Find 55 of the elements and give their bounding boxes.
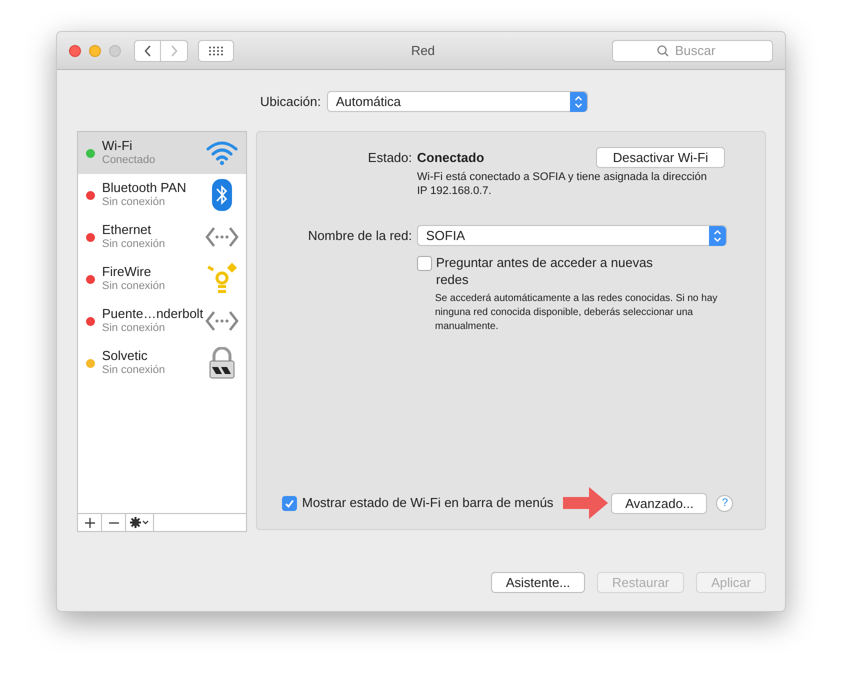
menu-checkbox-label: Mostrar estado de Wi-Fi en barra de menús [302,494,554,512]
check-icon [284,498,295,508]
service-status: Sin conexión [102,237,166,252]
grid-icon [208,46,224,56]
bluetooth-icon [212,179,232,211]
status-note: Wi-Fi está conectado a SOFIA y tiene asignada la dirección IP 192.168.0.7. [417,170,708,198]
wifi-icon [206,140,238,166]
checkbox[interactable] [282,496,297,510]
arrow-icon [563,487,608,519]
network-dropdown[interactable]: SOFIA [417,225,727,246]
service-status: Sin conexión [102,279,166,294]
location-label: Ubicación: [260,92,321,111]
ask-checkbox-label: Preguntar antes de acceder a nuevas redes [436,254,654,288]
chevron-left-icon [144,44,152,56]
service-item[interactable]: FireWire Sin conexión [78,258,246,300]
lock-icon [208,347,236,379]
back-button[interactable] [134,40,161,62]
advanced-button[interactable]: Avanzado... [611,492,708,514]
service-name: Ethernet [102,222,152,237]
search-field[interactable]: Buscar [612,40,773,62]
disable-wifi-button[interactable]: Desactivar Wi-Fi [596,147,725,168]
stepper-icon [709,226,726,246]
footer-button[interactable]: Asistente... [490,572,586,593]
checkbox[interactable] [417,256,432,271]
service-status: Sin conexión [102,363,166,378]
ethernet-icon [205,226,239,248]
service-status: Conectado [102,153,156,168]
minimize-button[interactable] [89,44,101,56]
ethernet-icon [205,310,239,332]
service-item[interactable]: Wi-Fi Conectado [78,132,246,174]
service-status: Sin conexión [102,321,166,336]
service-name: Solvetic [102,348,149,363]
search-icon [657,44,669,56]
ask-note: Se accederá automáticamente a las redes conocidas. Si no hay ninguna red conocida disponible, deberás seleccionar una manualmente. [435,292,718,334]
firewire-icon [206,263,238,295]
location-dropdown[interactable]: Automática [326,91,588,112]
service-item[interactable]: Puente…nderbolt Sin conexión [78,300,246,342]
stepper-icon [570,92,587,112]
service-name: Bluetooth PAN [102,180,188,195]
status-value: Conectado [417,148,486,167]
close-button[interactable] [69,44,81,56]
service-item[interactable]: Bluetooth PAN Sin conexión [78,174,246,216]
chevron-right-icon [170,44,178,56]
service-name: Puente…nderbolt [102,306,204,321]
gear-icon [130,517,150,528]
service-name: Wi-Fi [102,138,134,153]
service-name: FireWire [102,264,152,279]
service-item[interactable]: Ethernet Sin conexión [78,216,246,258]
service-item[interactable]: Solvetic Sin conexión [78,342,246,384]
network-label: Nombre de la red: [306,226,412,245]
status-label: Estado: [366,148,412,167]
grid-button[interactable] [198,40,234,62]
window-title: Red [410,42,436,60]
service-status: Sin conexión [102,195,166,210]
plus-icon [84,518,94,528]
